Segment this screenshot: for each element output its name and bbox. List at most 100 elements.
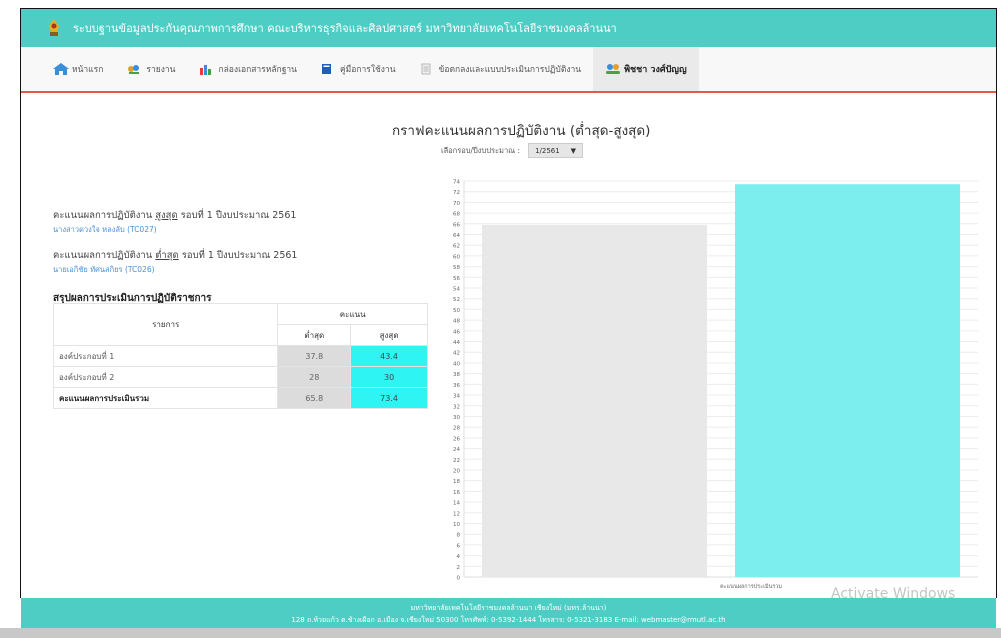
nav-evidence-label: กล่องเอกสารหลักฐาน bbox=[218, 65, 297, 75]
main-nav: หน้าแรก รายงาน กล่องเอกสารหลักฐาน คู่มือ… bbox=[21, 47, 996, 93]
university-logo-icon[interactable] bbox=[45, 18, 63, 38]
summary-table: รายการ คะแนน ต่ำสุด สูงสุด องค์ประกอบที่… bbox=[52, 303, 428, 409]
y-tick-label: 26 bbox=[453, 436, 460, 442]
table-row: องค์ประกอบที่ 1 37.8 43.4 bbox=[52, 345, 428, 367]
y-tick-label: 22 bbox=[453, 458, 460, 464]
max-line-prefix: คะแนนผลการปฏิบัติงาน bbox=[53, 210, 156, 221]
users-icon bbox=[605, 63, 621, 75]
page-title: กราฟคะแนนผลการปฏิบัติงาน (ต่ำสุด-สูงสุด) bbox=[392, 123, 651, 139]
y-tick-label: 2 bbox=[457, 565, 461, 571]
y-tick-label: 42 bbox=[453, 351, 460, 357]
y-tick-label: 14 bbox=[453, 501, 460, 507]
row-min: 65.8 bbox=[277, 387, 352, 409]
footer-line-2: 128 ถ.ห้วยแก้ว ต.ช้างเผือก อ.เมือง จ.เชี… bbox=[291, 616, 726, 624]
max-score-line: คะแนนผลการปฏิบัติงาน สูงสุด รอบที่ 1 ปีง… bbox=[53, 208, 296, 223]
round-filter: เลือกรอบ/ปีงบประมาณ : 1/2561 ▼ bbox=[441, 143, 584, 158]
row-item: องค์ประกอบที่ 1 bbox=[52, 345, 279, 367]
frame-right-border bbox=[996, 8, 997, 598]
y-tick-label: 54 bbox=[453, 287, 460, 293]
chevron-down-icon: ▼ bbox=[570, 146, 577, 155]
row-max: 43.4 bbox=[350, 345, 428, 367]
max-word: สูงสุด bbox=[155, 210, 178, 221]
site-title: ระบบฐานข้อมูลประกันคุณภาพการศึกษา คณะบริ… bbox=[73, 22, 617, 35]
y-tick-label: 4 bbox=[457, 554, 461, 560]
y-tick-label: 6 bbox=[457, 543, 461, 549]
col-item-header: รายการ bbox=[52, 303, 279, 346]
y-tick-label: 40 bbox=[453, 361, 460, 367]
y-tick-label: 36 bbox=[453, 383, 460, 389]
nav-report-label: รายงาน bbox=[146, 65, 176, 75]
site-header: ระบบฐานข้อมูลประกันคุณภาพการศึกษา คณะบริ… bbox=[21, 9, 996, 47]
y-tick-label: 8 bbox=[457, 533, 461, 539]
nav-manual[interactable]: คู่มือการใช้งาน bbox=[309, 47, 408, 91]
min-line-prefix: คะแนนผลการปฏิบัติงาน bbox=[53, 250, 156, 261]
min-score-line: คะแนนผลการปฏิบัติงาน ต่ำสุด รอบที่ 1 ปีง… bbox=[53, 248, 297, 263]
taskbar-strip bbox=[0, 628, 1001, 638]
frame-left-border bbox=[20, 8, 21, 598]
max-score-person[interactable]: นางสาวดวงใจ หลงลับ (TC027) bbox=[53, 224, 157, 236]
nav-agreement[interactable]: ข้อตกลงและแบบประเมินการปฏิบัติงาน bbox=[408, 47, 594, 91]
y-tick-label: 18 bbox=[453, 479, 460, 485]
table-row: องค์ประกอบที่ 2 28 30 bbox=[52, 366, 428, 388]
y-tick-label: 34 bbox=[453, 394, 460, 400]
score-chart-svg: 0246810121416182022242628303234363840424… bbox=[453, 180, 978, 590]
book-icon bbox=[321, 63, 335, 75]
page: ระบบฐานข้อมูลประกันคุณภาพการศึกษา คณะบริ… bbox=[0, 0, 1001, 638]
y-tick-label: 0 bbox=[457, 576, 461, 582]
document-icon bbox=[420, 63, 434, 75]
round-select-value: 1/2561 bbox=[535, 146, 560, 155]
nav-user[interactable]: พิชชา วงศ์ปัญญ bbox=[593, 47, 699, 91]
min-word: ต่ำสุด bbox=[155, 250, 179, 261]
nav-user-label: พิชชา วงศ์ปัญญ bbox=[624, 65, 687, 75]
bar bbox=[482, 224, 707, 577]
row-min: 37.8 bbox=[277, 345, 352, 367]
table-row: คะแนนผลการประเมินรวม 65.8 73.4 bbox=[52, 387, 428, 409]
chart-bar-icon bbox=[199, 63, 213, 75]
table-header-row: รายการ คะแนน bbox=[52, 303, 428, 346]
y-tick-label: 30 bbox=[453, 415, 460, 421]
row-min: 28 bbox=[277, 366, 352, 388]
nav-manual-label: คู่มือการใช้งาน bbox=[339, 65, 396, 75]
y-tick-label: 74 bbox=[453, 180, 460, 186]
y-tick-label: 66 bbox=[453, 222, 460, 228]
row-item: คะแนนผลการประเมินรวม bbox=[52, 387, 279, 409]
col-max-header: สูงสุด bbox=[350, 324, 428, 346]
y-tick-label: 70 bbox=[453, 201, 460, 207]
score-chart: 0 2 4 6 8 10 12 14 16 18 20 22 24 26 28 30 32 34 36 38 40 42 4… bbox=[446, 175, 986, 600]
main-content: กราฟคะแนนผลการปฏิบัติงาน (ต่ำสุด-สูงสุด)… bbox=[36, 105, 989, 595]
round-select[interactable]: 1/2561 ▼ bbox=[528, 143, 584, 158]
y-tick-label: 20 bbox=[453, 468, 460, 474]
y-tick-label: 46 bbox=[453, 329, 460, 335]
y-tick-label: 56 bbox=[453, 276, 460, 282]
report-icon bbox=[127, 63, 141, 75]
y-tick-label: 62 bbox=[453, 244, 460, 250]
bar bbox=[735, 184, 960, 577]
y-tick-label: 72 bbox=[453, 190, 460, 196]
y-tick-label: 60 bbox=[453, 254, 460, 260]
col-min-header: ต่ำสุด bbox=[277, 324, 352, 346]
nav-evidence[interactable]: กล่องเอกสารหลักฐาน bbox=[187, 47, 309, 91]
max-line-suffix: รอบที่ 1 ปีงบประมาณ 2561 bbox=[177, 210, 297, 221]
y-tick-label: 48 bbox=[453, 319, 460, 325]
min-line-suffix: รอบที่ 1 ปีงบประมาณ 2561 bbox=[178, 250, 298, 261]
y-tick-label: 32 bbox=[453, 404, 460, 410]
y-tick-label: 38 bbox=[453, 372, 460, 378]
home-icon bbox=[53, 63, 69, 75]
row-max: 73.4 bbox=[350, 387, 428, 409]
y-tick-label: 68 bbox=[453, 212, 460, 218]
nav-home[interactable]: หน้าแรก bbox=[41, 47, 115, 91]
site-footer: มหาวิทยาลัยเทคโนโลยีราชมงคลล้านนา เชียงใ… bbox=[21, 598, 996, 628]
y-tick-label: 16 bbox=[453, 490, 460, 496]
nav-home-label: หน้าแรก bbox=[72, 65, 104, 75]
round-label: เลือกรอบ/ปีงบประมาณ : bbox=[441, 145, 521, 155]
nav-report[interactable]: รายงาน bbox=[115, 47, 187, 91]
y-tick-label: 64 bbox=[453, 233, 460, 239]
y-tick-label: 52 bbox=[453, 297, 460, 303]
row-max: 30 bbox=[350, 366, 428, 388]
y-tick-label: 24 bbox=[453, 447, 460, 453]
y-tick-label: 28 bbox=[453, 426, 460, 432]
y-tick-label: 50 bbox=[453, 308, 460, 314]
min-score-person[interactable]: นายเอกิชัย ทัศนสกิยร (TC026) bbox=[53, 264, 155, 276]
col-score-header: คะแนน bbox=[277, 303, 428, 325]
y-tick-label: 12 bbox=[453, 511, 460, 517]
